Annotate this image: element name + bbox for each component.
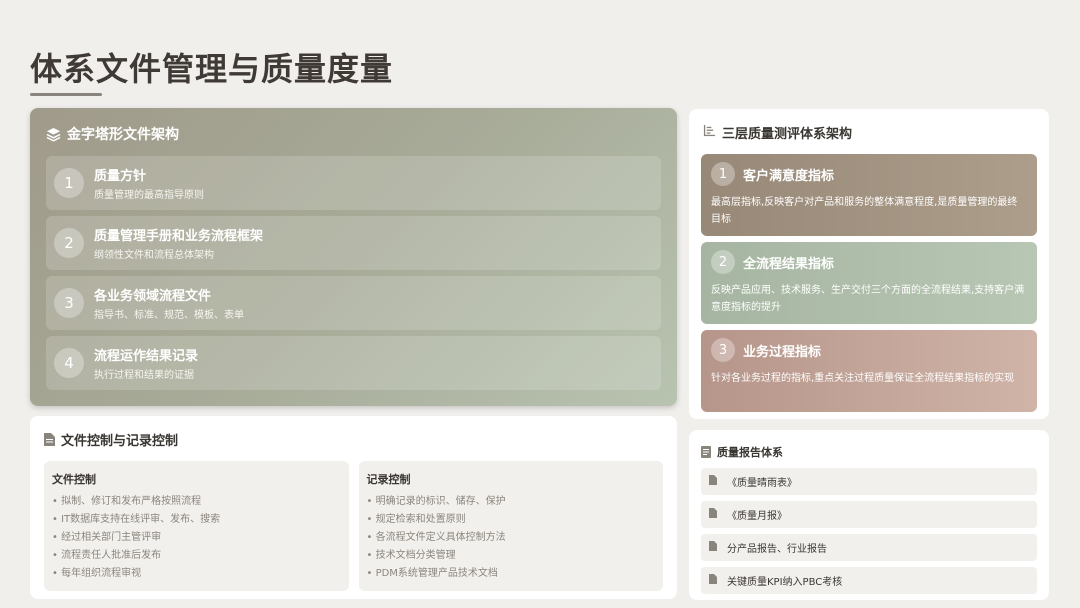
tier-title: 流程运作结果记录 <box>94 349 199 364</box>
report-item-label: 关键质量KPI纳入PBC考核 <box>727 577 843 588</box>
report-item-label: 《质量晴雨表》 <box>727 478 797 489</box>
list-item: • PDM系统管理产品技术文档 <box>366 568 498 579</box>
layers-icon <box>46 127 61 142</box>
metric-item: 2 全流程结果指标 反映产品应用、技术服务、生产交付三个方面的全流程结果,支持客… <box>701 242 1037 324</box>
list-item: • 拟制、修订和发布严格按照流程 <box>52 496 202 507</box>
file-icon <box>709 541 717 554</box>
tier-number: 1 <box>54 168 84 198</box>
metric-title: 全流程结果指标 <box>743 256 835 272</box>
pyramid-tier: 1 质量方针 质量管理的最高指导原则 <box>46 156 661 210</box>
file-icon <box>709 475 717 488</box>
record-control-panel: 记录控制 • 明确记录的标识、储存、保护 • 规定检索和处置原则 • 各流程文件… <box>358 461 663 591</box>
control-card: 文件控制与记录控制 文件控制 • 拟制、修订和发布严格按照流程 • IT数据库支… <box>30 416 677 599</box>
tier-title: 质量方针 <box>94 169 147 184</box>
pyramid-tier: 2 质量管理手册和业务流程框架 纲领性文件和流程总体架构 <box>46 216 661 270</box>
page-title: 体系文件管理与质量度量 <box>30 50 394 88</box>
list-item: • 每年组织流程审视 <box>52 568 142 579</box>
list-icon <box>703 124 716 141</box>
report-item-label: 分产品报告、行业报告 <box>727 544 827 555</box>
control-card-header: 文件控制与记录控制 <box>44 430 663 449</box>
metric-description: 最高层指标,反映客户对产品和服务的整体满意程度,是质量管理的最终目标 <box>711 197 1018 225</box>
list-item: • 流程责任人批准后发布 <box>52 550 162 561</box>
list-item: • 各流程文件定义具体控制方法 <box>366 532 506 543</box>
report-item: 分产品报告、行业报告 <box>701 534 1037 561</box>
metrics-card-header: 三层质量测评体系架构 <box>703 123 1037 142</box>
tier-number: 4 <box>54 348 84 378</box>
file-icon <box>709 508 717 521</box>
control-heading: 文件控制与记录控制 <box>61 434 179 449</box>
list-item: • 技术文档分类管理 <box>366 550 456 561</box>
file-icon <box>709 574 717 587</box>
list-item: • 规定检索和处置原则 <box>366 514 466 525</box>
report-card-header: 质量报告体系 <box>701 444 1037 460</box>
pyramid-card: 金字塔形文件架构 1 质量方针 质量管理的最高指导原则 2 质量管理手册和业务流… <box>30 108 677 406</box>
title-underline <box>30 93 102 96</box>
metrics-card: 三层质量测评体系架构 1 客户满意度指标 最高层指标,反映客户对产品和服务的整体… <box>689 109 1049 419</box>
document-icon <box>44 433 55 446</box>
report-item-label: 《质量月报》 <box>727 511 787 522</box>
file-control-title: 文件控制 <box>52 473 96 486</box>
metric-number: 3 <box>711 338 735 362</box>
metric-description: 针对各业务过程的指标,重点关注过程质量保证全流程结果指标的实现 <box>711 373 1015 384</box>
report-heading: 质量报告体系 <box>717 446 783 459</box>
tier-subtitle: 指导书、标准、规范、模板、表单 <box>94 310 244 321</box>
list-item: • 经过相关部门主管评审 <box>52 532 162 543</box>
pyramid-heading: 金字塔形文件架构 <box>67 127 179 143</box>
report-icon <box>701 446 711 458</box>
list-item: • IT数据库支持在线评审、发布、搜索 <box>52 514 221 525</box>
pyramid-card-header: 金字塔形文件架构 <box>46 124 661 144</box>
metric-number: 1 <box>711 162 735 186</box>
metric-description: 反映产品应用、技术服务、生产交付三个方面的全流程结果,支持客户满意度指标的提升 <box>711 285 1025 313</box>
record-control-title: 记录控制 <box>366 473 411 486</box>
report-item: 关键质量KPI纳入PBC考核 <box>701 567 1037 594</box>
tier-number: 3 <box>54 288 84 318</box>
metrics-heading: 三层质量测评体系架构 <box>722 127 853 142</box>
tier-subtitle: 纲领性文件和流程总体架构 <box>94 250 214 261</box>
metric-title: 业务过程指标 <box>743 344 822 360</box>
pyramid-tier: 4 流程运作结果记录 执行过程和结果的证据 <box>46 336 661 390</box>
metric-number: 2 <box>711 250 735 274</box>
list-item: • 明确记录的标识、储存、保护 <box>366 496 506 507</box>
report-card: 质量报告体系 《质量晴雨表》 《质量月报》 分产品报告、行业报告 关键质量KPI… <box>689 430 1049 600</box>
report-item: 《质量晴雨表》 <box>701 468 1037 495</box>
report-item: 《质量月报》 <box>701 501 1037 528</box>
tier-subtitle: 执行过程和结果的证据 <box>94 370 194 381</box>
tier-subtitle: 质量管理的最高指导原则 <box>94 190 204 201</box>
tier-number: 2 <box>54 228 84 258</box>
tier-title: 质量管理手册和业务流程框架 <box>94 229 264 244</box>
metric-item: 3 业务过程指标 针对各业务过程的指标,重点关注过程质量保证全流程结果指标的实现 <box>701 330 1037 412</box>
file-control-panel: 文件控制 • 拟制、修订和发布严格按照流程 • IT数据库支持在线评审、发布、搜… <box>44 461 349 591</box>
metric-item: 1 客户满意度指标 最高层指标,反映客户对产品和服务的整体满意程度,是质量管理的… <box>701 154 1037 236</box>
pyramid-tier: 3 各业务领域流程文件 指导书、标准、规范、模板、表单 <box>46 276 661 330</box>
tier-title: 各业务领域流程文件 <box>94 289 212 304</box>
metric-title: 客户满意度指标 <box>743 168 835 184</box>
